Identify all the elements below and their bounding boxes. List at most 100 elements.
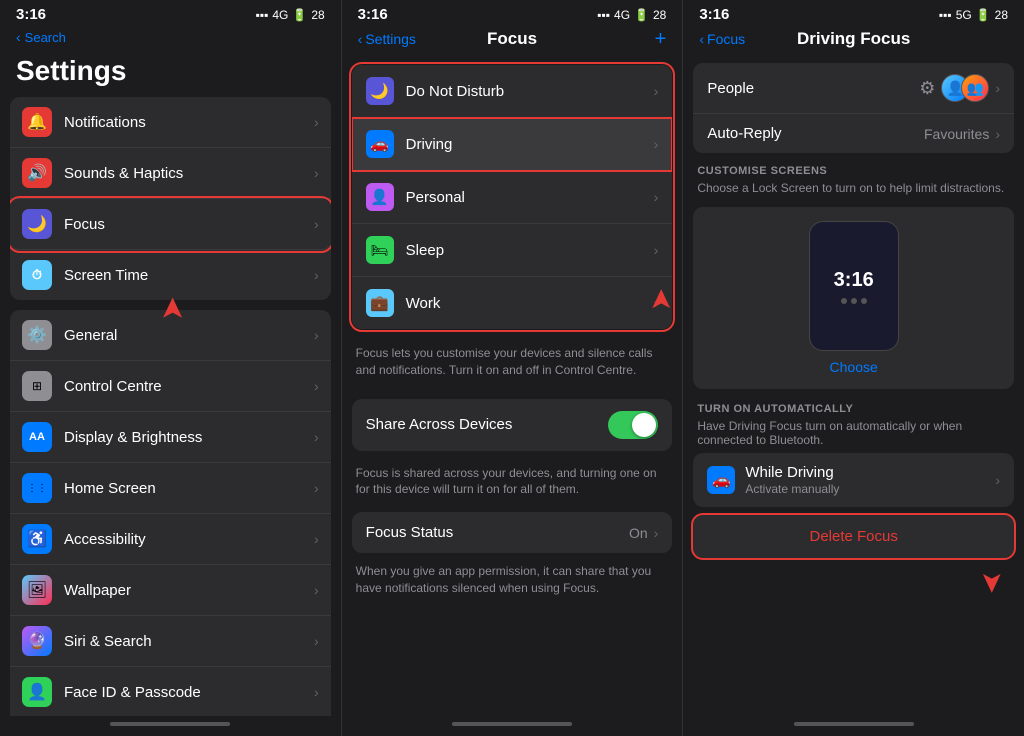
- dot-2: [851, 298, 857, 304]
- back-label-p1: Search: [25, 30, 66, 45]
- people-chevron: ›: [995, 80, 1000, 96]
- home-screen-icon: ⋮⋮: [22, 473, 52, 503]
- nav-hint-p1: ‹ Search: [0, 27, 341, 47]
- while-driving-info: While Driving Activate manually: [745, 464, 995, 496]
- lock-choose-button[interactable]: Choose: [830, 359, 878, 375]
- avatar-2: 👥: [961, 74, 989, 102]
- settings-item-display[interactable]: AA Display & Brightness ›: [10, 412, 331, 463]
- share-across-label: Share Across Devices: [366, 416, 609, 433]
- display-icon: AA: [22, 422, 52, 452]
- network-type-p1: 4G: [272, 8, 288, 22]
- focus-status-chevron: ›: [654, 525, 659, 541]
- focus-chevron: ›: [314, 216, 319, 232]
- focus-description: Focus lets you customise your devices an…: [342, 333, 683, 391]
- nav-back-p2[interactable]: ‹ Settings: [358, 31, 416, 47]
- settings-item-wallpaper[interactable]: 🖼 Wallpaper ›: [10, 565, 331, 616]
- battery-icon-p1: 🔋: [292, 8, 307, 22]
- settings-item-face-id[interactable]: 👤 Face ID & Passcode ›: [10, 667, 331, 716]
- control-centre-label: Control Centre: [64, 378, 314, 395]
- home-screen-label: Home Screen: [64, 480, 314, 497]
- screen-time-chevron: ›: [314, 267, 319, 283]
- focus-item-driving[interactable]: 🚗 Driving ›: [352, 118, 673, 171]
- focus-status-row[interactable]: Focus Status On ›: [352, 512, 673, 553]
- red-arrow-delete: ➤: [976, 571, 1009, 594]
- status-time-p2: 3:16: [358, 6, 388, 23]
- wallpaper-label: Wallpaper: [64, 582, 314, 599]
- status-icons-p3: ▪▪▪ 5G 🔋 28: [939, 8, 1008, 22]
- status-icons-p1: ▪▪▪ 4G 🔋 28: [256, 8, 325, 22]
- nav-add-p2[interactable]: +: [655, 28, 667, 51]
- network-type-p2: 4G: [614, 8, 630, 22]
- people-avatars: 👤 👥: [941, 74, 989, 102]
- general-chevron: ›: [314, 327, 319, 343]
- general-icon: ⚙️: [22, 320, 52, 350]
- personal-label: Personal: [406, 189, 654, 206]
- home-screen-chevron: ›: [314, 480, 319, 496]
- focus-item-work[interactable]: 💼 Work ›: [352, 277, 673, 329]
- settings-item-screen-time[interactable]: ⏱ Screen Time ›: [10, 250, 331, 300]
- display-chevron: ›: [314, 429, 319, 445]
- battery-icon-p3: 🔋: [976, 8, 991, 22]
- while-driving-icon: 🚗: [707, 466, 735, 494]
- focus-item-do-not-disturb[interactable]: 🌙 Do Not Disturb ›: [352, 65, 673, 118]
- siri-icon: 🔮: [22, 626, 52, 656]
- auto-reply-row[interactable]: Auto-Reply Favourites ›: [693, 114, 1014, 153]
- settings-group-1: 🔔 Notifications › 🔊 Sounds & Haptics › 🌙…: [10, 97, 331, 300]
- battery-level-p1: 28: [311, 8, 324, 22]
- share-across-toggle[interactable]: [608, 411, 658, 439]
- accessibility-chevron: ›: [314, 531, 319, 547]
- panel3-content: People ⚙ 👤 👥 › Auto-Reply Favourites › C…: [683, 55, 1024, 716]
- customise-screens-header: CUSTOMISE SCREENS: [683, 157, 1024, 181]
- focus-status-value: On: [629, 525, 648, 541]
- home-bar-p2: [452, 722, 572, 726]
- focus-item-sleep[interactable]: 🛏 Sleep ›: [352, 224, 673, 277]
- home-bar-p1: [110, 722, 230, 726]
- settings-item-siri[interactable]: 🔮 Siri & Search ›: [10, 616, 331, 667]
- while-driving-row[interactable]: 🚗 While Driving Activate manually ›: [693, 453, 1014, 507]
- general-label: General: [64, 327, 314, 344]
- back-icon-p1: ‹: [16, 29, 21, 45]
- battery-level-p2: 28: [653, 8, 666, 22]
- settings-title: Settings: [0, 47, 341, 97]
- settings-item-general[interactable]: ⚙️ General ›: [10, 310, 331, 361]
- settings-item-notifications[interactable]: 🔔 Notifications ›: [10, 97, 331, 148]
- signal-icon-p3: ▪▪▪: [939, 8, 952, 22]
- do-not-disturb-label: Do Not Disturb: [406, 83, 654, 100]
- focus-item-personal[interactable]: 👤 Personal ›: [352, 171, 673, 224]
- focus-items-group: 🌙 Do Not Disturb › 🚗 Driving › 👤 Persona…: [352, 65, 673, 329]
- sleep-icon: 🛏: [366, 236, 394, 264]
- panel2-content: 🌙 Do Not Disturb › 🚗 Driving › 👤 Persona…: [342, 55, 683, 716]
- home-bar-p3: [794, 722, 914, 726]
- turn-on-auto-desc: Have Driving Focus turn on automatically…: [683, 419, 1024, 453]
- work-chevron: ›: [654, 295, 659, 311]
- lock-screen-time: 3:16: [834, 269, 874, 292]
- signal-icon-p2: ▪▪▪: [597, 8, 610, 22]
- settings-item-control-centre[interactable]: ⊞ Control Centre ›: [10, 361, 331, 412]
- nav-bar-p3: ‹ Focus Driving Focus: [683, 27, 1024, 55]
- back-label-p3: Focus: [707, 31, 745, 47]
- settings-item-sounds[interactable]: 🔊 Sounds & Haptics ›: [10, 148, 331, 199]
- signal-icon-p1: ▪▪▪: [256, 8, 269, 22]
- settings-item-accessibility[interactable]: ♿ Accessibility ›: [10, 514, 331, 565]
- driving-label: Driving: [406, 136, 654, 153]
- wallpaper-chevron: ›: [314, 582, 319, 598]
- nav-back-p3[interactable]: ‹ Focus: [699, 31, 745, 47]
- do-not-disturb-chevron: ›: [654, 83, 659, 99]
- settings-panel: 3:16 ▪▪▪ 4G 🔋 28 ‹ Search Settings 🔔 Not…: [0, 0, 342, 736]
- nav-title-p3: Driving Focus: [797, 29, 910, 49]
- nav-bar-p2: ‹ Settings Focus +: [342, 27, 683, 55]
- auto-reply-chevron: ›: [995, 126, 1000, 142]
- lock-screen-preview: 3:16 Choose: [693, 207, 1014, 389]
- personal-icon: 👤: [366, 183, 394, 211]
- people-row[interactable]: People ⚙ 👤 👥 ›: [693, 63, 1014, 114]
- red-arrow-delete-container: ➤: [683, 566, 1024, 599]
- share-across-devices-row: Share Across Devices: [352, 399, 673, 451]
- notifications-label: Notifications: [64, 114, 314, 131]
- delete-focus-button[interactable]: Delete Focus: [693, 515, 1014, 558]
- settings-item-focus[interactable]: 🌙 Focus ›: [10, 199, 331, 250]
- status-bar-p3: 3:16 ▪▪▪ 5G 🔋 28: [683, 0, 1024, 27]
- battery-icon-p2: 🔋: [634, 8, 649, 22]
- focus-status-label: Focus Status: [366, 524, 629, 541]
- settings-item-home-screen[interactable]: ⋮⋮ Home Screen ›: [10, 463, 331, 514]
- driving-focus-panel: 3:16 ▪▪▪ 5G 🔋 28 ‹ Focus Driving Focus P…: [683, 0, 1024, 736]
